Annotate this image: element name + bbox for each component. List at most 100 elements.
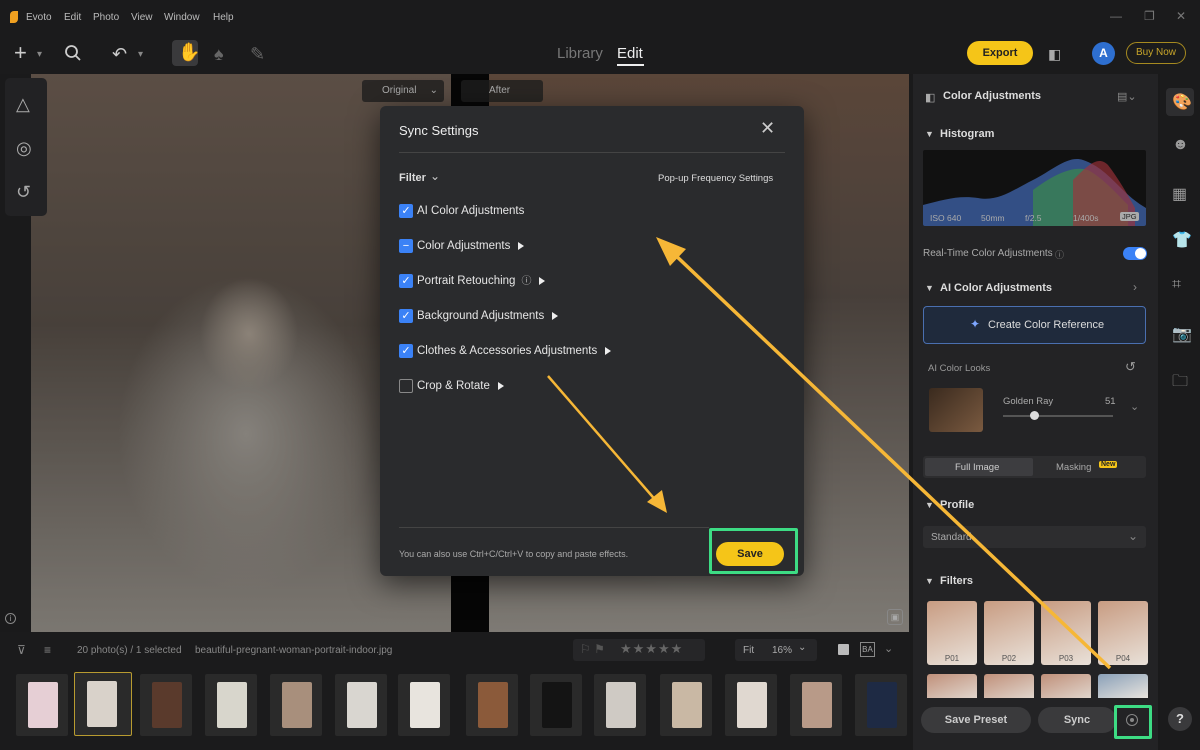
menu-photo[interactable]: Photo [93, 12, 119, 23]
chevron-down-icon[interactable]: ⌄ [1130, 400, 1139, 413]
tab-library[interactable]: Library [557, 45, 603, 62]
menu-window[interactable]: Window [164, 12, 200, 23]
filter-tile[interactable] [984, 674, 1034, 698]
zoom-value[interactable]: 16% [772, 645, 792, 656]
filter-tile[interactable] [927, 674, 977, 698]
info-icon[interactable]: i [5, 613, 16, 624]
search-icon[interactable] [64, 44, 82, 67]
avatar[interactable]: A [1092, 42, 1115, 65]
flag-icon[interactable]: ⚐ ⚑ [580, 642, 605, 656]
fit-label[interactable]: Fit [743, 645, 754, 656]
checkbox-checked[interactable]: ✓ [399, 274, 413, 288]
maximize-icon[interactable]: ❐ [1144, 9, 1155, 23]
folder-icon[interactable]: 🗀 [1172, 370, 1188, 397]
ai-adjust-icon[interactable]: △ [16, 94, 30, 115]
thumbnail[interactable] [790, 674, 842, 736]
chevron-down-icon[interactable]: ▾ [37, 49, 42, 60]
sort-icon[interactable]: ≡ [44, 643, 51, 657]
collapse-triangle-icon[interactable]: ▼ [925, 500, 934, 510]
layout-icon[interactable]: ▤⌄ [1117, 90, 1137, 103]
thumbnail[interactable] [16, 674, 68, 736]
look-thumbnail[interactable] [929, 388, 983, 432]
thumbnail[interactable] [335, 674, 387, 736]
original-dropdown[interactable]: Original ⌄ [362, 80, 444, 102]
thumbnail[interactable] [725, 674, 777, 736]
thumbnail[interactable] [660, 674, 712, 736]
single-view-icon[interactable] [838, 644, 849, 655]
thumbnail[interactable] [398, 674, 450, 736]
look-slider-handle[interactable] [1030, 411, 1039, 420]
thumbnail-selected[interactable] [74, 672, 132, 736]
collapse-triangle-icon[interactable]: ▼ [925, 283, 934, 293]
checkbox-unchecked[interactable] [399, 379, 413, 393]
panel-toggle-icon[interactable]: ◧ [925, 91, 935, 104]
filter-tile[interactable] [1041, 674, 1091, 698]
thumbnail[interactable] [270, 674, 322, 736]
checkbox-checked[interactable]: ✓ [399, 309, 413, 323]
collapse-triangle-icon[interactable]: ▼ [925, 129, 934, 139]
expand-triangle-icon[interactable] [518, 241, 525, 250]
camera-icon[interactable]: 📷 [1172, 324, 1192, 344]
brush-icon[interactable]: ✎ [250, 44, 265, 65]
collapse-triangle-icon[interactable]: ▼ [925, 576, 934, 586]
history-icon[interactable]: ↺ [16, 182, 31, 203]
save-preset-button[interactable]: Save Preset [921, 707, 1031, 733]
help-icon[interactable]: ? [1168, 707, 1192, 731]
profile-select[interactable]: Standard ⌄ [923, 526, 1146, 548]
menu-edit[interactable]: Edit [64, 12, 81, 23]
expand-triangle-icon[interactable] [552, 311, 559, 320]
filter-tile[interactable]: P04 [1098, 601, 1148, 665]
menu-help[interactable]: Help [213, 12, 234, 23]
undo-history-chevron-icon[interactable]: ▾ [138, 49, 143, 60]
before-after-view-icon[interactable]: BA [860, 642, 875, 657]
radial-icon[interactable]: ◎ [16, 138, 32, 159]
filter-tile[interactable] [1098, 674, 1148, 698]
buy-now-button[interactable]: Buy Now [1126, 42, 1186, 64]
filter-tile[interactable]: P02 [984, 601, 1034, 665]
info-icon[interactable]: ⓘ [521, 276, 531, 287]
thumbnail[interactable] [530, 674, 582, 736]
expand-triangle-icon[interactable] [605, 346, 612, 355]
filter-tile[interactable]: P03 [1041, 601, 1091, 665]
tab-edit[interactable]: Edit [617, 45, 643, 62]
add-icon[interactable]: + [14, 40, 27, 66]
close-window-icon[interactable]: ✕ [1176, 9, 1186, 23]
checkbox-partial[interactable]: − [399, 239, 413, 253]
create-color-reference-button[interactable]: ✦ Create Color Reference [923, 306, 1146, 344]
expand-triangle-icon[interactable] [539, 276, 546, 285]
filter-dropdown[interactable]: Filter [399, 172, 426, 184]
palette-icon[interactable]: 🎨 [1172, 92, 1192, 112]
close-icon[interactable]: ✕ [760, 118, 775, 139]
view-chevron-icon[interactable]: ⌄ [884, 642, 893, 655]
chevron-down-icon[interactable]: ⌄ [430, 169, 440, 183]
reset-icon[interactable]: ↺ [1125, 359, 1136, 375]
portrait-icon[interactable]: ☻ [1172, 136, 1189, 154]
export-button[interactable]: Export [967, 41, 1033, 65]
checkbox-checked[interactable]: ✓ [399, 344, 413, 358]
thumbnail[interactable] [205, 674, 257, 736]
thumbnail[interactable] [594, 674, 646, 736]
chevron-right-icon[interactable]: › [1133, 280, 1137, 294]
compare-view-icon[interactable]: ◧ [1048, 46, 1061, 63]
stamp-icon[interactable]: ♠ [214, 44, 224, 65]
realtime-toggle[interactable] [1123, 247, 1147, 260]
realtime-info-icon[interactable]: ⓘ [1055, 248, 1064, 261]
crop-icon[interactable]: ⌗ [1172, 276, 1181, 294]
background-icon[interactable]: ▦ [1172, 184, 1187, 204]
menu-app[interactable]: Evoto [26, 12, 52, 23]
undo-icon[interactable]: ↶ [112, 44, 127, 65]
tab-masking[interactable]: Masking [1056, 462, 1091, 473]
clothes-icon[interactable]: 👕 [1172, 230, 1192, 250]
tab-full-image[interactable]: Full Image [925, 458, 1033, 476]
popup-frequency-settings-link[interactable]: Pop-up Frequency Settings [658, 173, 773, 184]
zoom-chevron-icon[interactable]: ⌄ [798, 642, 806, 653]
star-rating[interactable]: ★★★★★ [620, 641, 683, 657]
thumbnail[interactable] [140, 674, 192, 736]
minimize-icon[interactable]: — [1110, 9, 1122, 23]
thumbnail[interactable] [855, 674, 907, 736]
look-slider[interactable] [1003, 415, 1113, 417]
checkbox-checked[interactable]: ✓ [399, 204, 413, 218]
filter-icon[interactable]: ⊽ [17, 643, 26, 657]
sync-button[interactable]: Sync [1038, 707, 1116, 733]
menu-view[interactable]: View [131, 12, 153, 23]
